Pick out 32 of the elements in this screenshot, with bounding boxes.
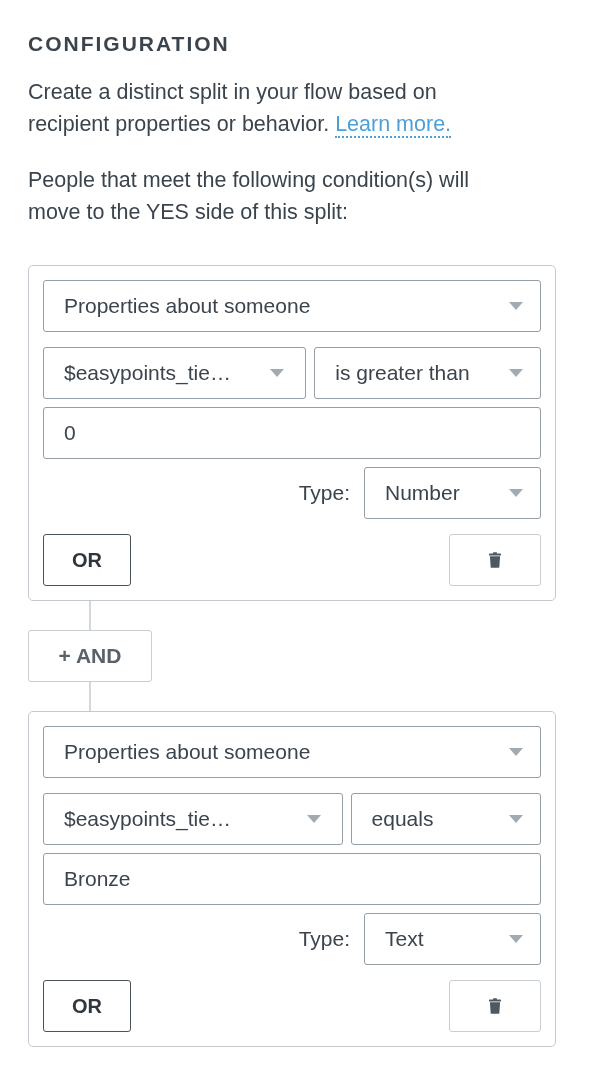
property-dropdown[interactable]: $easypoints_tie…	[43, 347, 307, 399]
value-field[interactable]: Bronze	[43, 853, 541, 905]
description-text: Create a distinct split in your flow based on recipient properties or behavior. Learn more.	[28, 79, 453, 140]
type-label: Type:	[298, 926, 350, 953]
category-dropdown[interactable]: Properties about someone	[43, 726, 541, 778]
caret-icon	[509, 935, 523, 943]
trash-icon	[489, 998, 501, 1014]
caret-icon	[509, 815, 523, 823]
caret-icon	[306, 815, 321, 823]
connector-line	[89, 682, 91, 711]
caret-icon	[509, 748, 523, 756]
instruction-text: People that meet the following condition(s) will move to the YES side of this split:	[28, 167, 470, 226]
category-dropdown[interactable]: Properties about someone	[43, 280, 541, 332]
caret-icon	[509, 302, 523, 310]
type-label: Type:	[298, 480, 350, 507]
type-dropdown[interactable]: Number	[364, 467, 541, 519]
operator-dropdown[interactable]: equals	[350, 793, 541, 845]
connector-line	[89, 601, 91, 630]
delete-button[interactable]	[449, 534, 541, 586]
or-button[interactable]: OR	[43, 534, 131, 586]
delete-button[interactable]	[449, 980, 541, 1032]
and-button[interactable]: + AND	[28, 630, 152, 682]
section-heading: CONFIGURATION	[28, 31, 231, 57]
type-dropdown[interactable]: Text	[364, 913, 541, 965]
property-dropdown[interactable]: $easypoints_tie…	[43, 793, 343, 845]
or-button[interactable]: OR	[43, 980, 131, 1032]
caret-icon	[270, 369, 285, 377]
caret-icon	[509, 489, 523, 497]
caret-icon	[509, 369, 523, 377]
trash-icon	[489, 552, 501, 568]
operator-dropdown[interactable]: is greater than	[314, 347, 541, 399]
value-field[interactable]: 0	[43, 407, 541, 459]
